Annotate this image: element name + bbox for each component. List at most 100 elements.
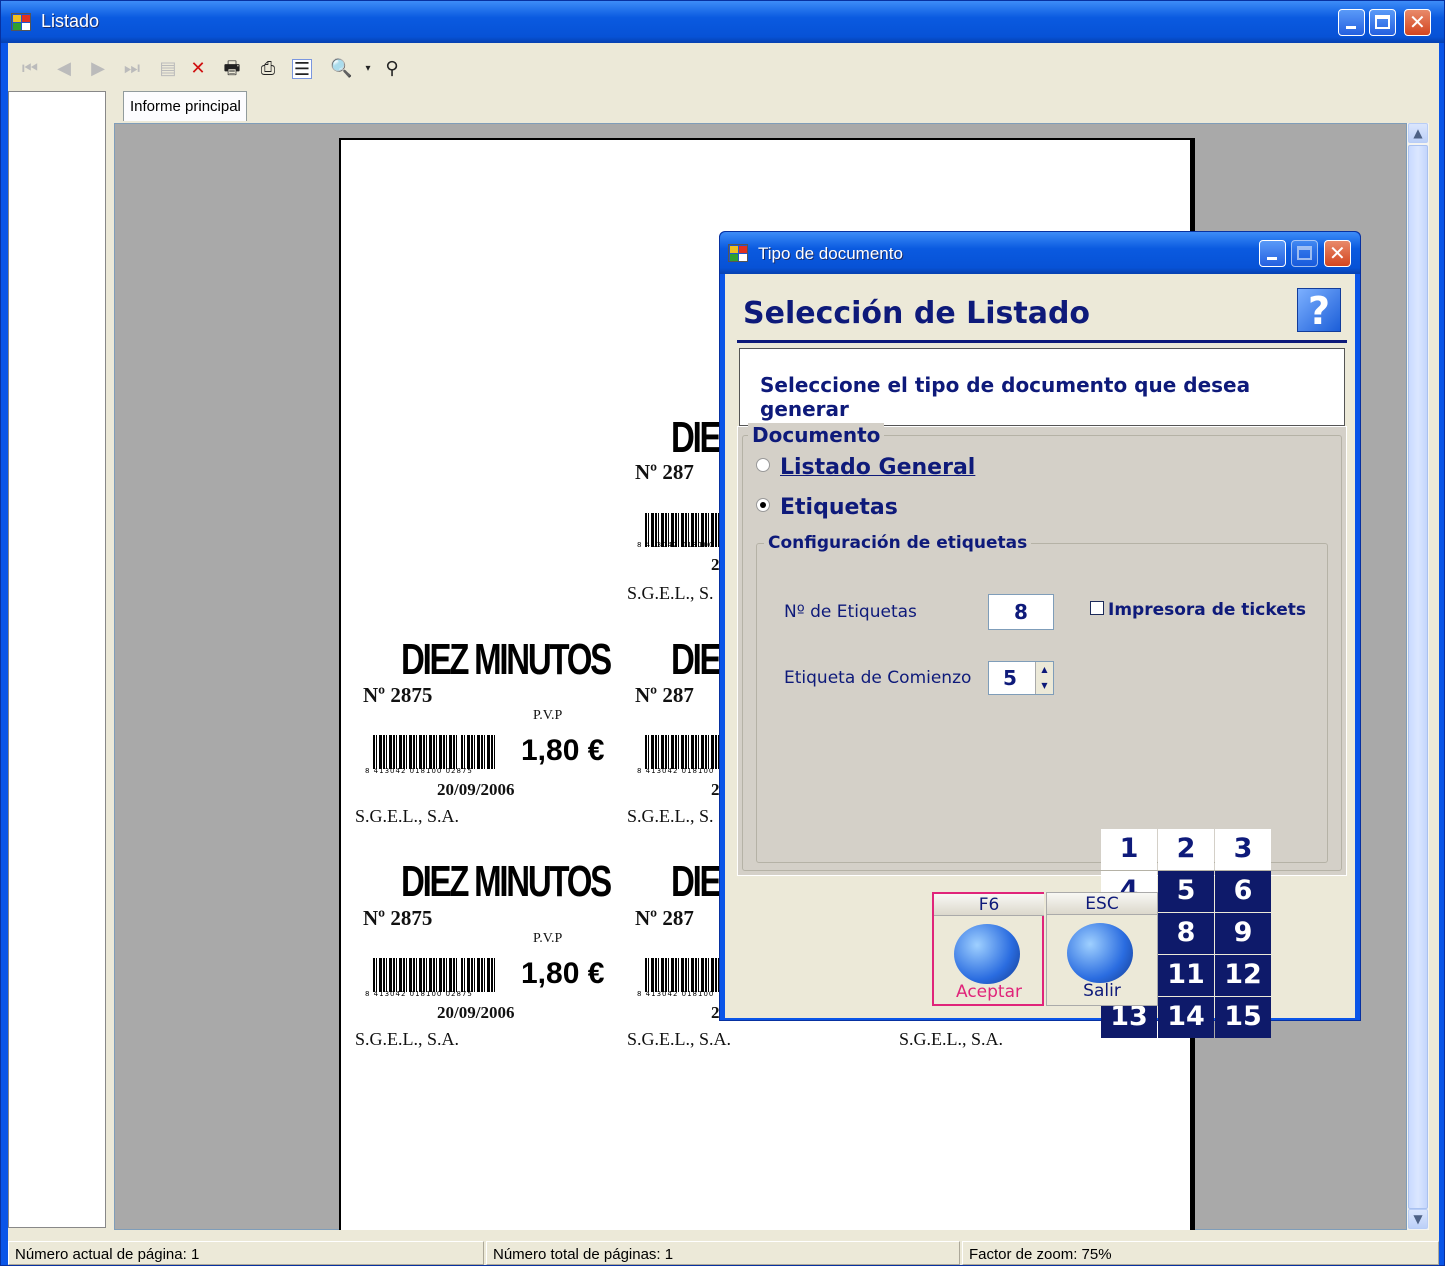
label-company: S.G.E.L., S. bbox=[627, 806, 714, 826]
barcode bbox=[373, 735, 459, 769]
barcode bbox=[373, 958, 459, 992]
maximize-icon bbox=[1375, 15, 1390, 29]
num-etiquetas-input[interactable]: 8 bbox=[988, 594, 1054, 630]
radio-listado-general-label: Listado General bbox=[780, 455, 976, 480]
tab-informe-principal[interactable]: Informe principal bbox=[123, 91, 247, 121]
header-divider bbox=[737, 340, 1347, 343]
grid-cell[interactable]: 9 bbox=[1215, 913, 1271, 954]
help-icon[interactable]: ? bbox=[1297, 288, 1341, 333]
export-icon[interactable]: ⎙ bbox=[258, 59, 278, 79]
impresora-tickets-checkbox[interactable]: Impresora de tickets bbox=[1090, 600, 1306, 620]
title-bar[interactable]: Listado ✕ bbox=[1, 1, 1444, 43]
label-number: Nº 287 bbox=[635, 683, 694, 707]
dialog-title: Tipo de documento bbox=[758, 244, 903, 263]
grid-cell[interactable]: 6 bbox=[1215, 871, 1271, 912]
dialog-app-icon bbox=[728, 244, 748, 262]
dialog-header: Selección de Listado ? bbox=[725, 274, 1355, 344]
label-number: Nº 287 bbox=[635, 460, 694, 484]
dialog-minimize-button[interactable] bbox=[1259, 240, 1286, 267]
close-icon: ✕ bbox=[1329, 241, 1346, 265]
documento-panel: Documento Listado General Etiquetas Conf… bbox=[737, 423, 1347, 1038]
grid-cell[interactable]: 1 bbox=[1101, 829, 1157, 870]
maximize-icon bbox=[1297, 246, 1312, 260]
label-pvp: P.V.P bbox=[533, 708, 563, 723]
status-bar: Número actual de página: 1 Número total … bbox=[8, 1241, 1439, 1265]
grid-cell[interactable]: 14 bbox=[1158, 997, 1214, 1038]
grid-cell[interactable]: 5 bbox=[1158, 871, 1214, 912]
label-company: S.G.E.L., S.A. bbox=[627, 1029, 732, 1049]
tipo-documento-dialog: Tipo de documento ✕ Selección de Listado… bbox=[719, 231, 1361, 1038]
close-icon: ✕ bbox=[1409, 10, 1426, 34]
goto-page-icon[interactable]: ▤ bbox=[158, 59, 178, 79]
label-price: 1,80 € bbox=[521, 734, 605, 767]
salir-label: Salir bbox=[1083, 981, 1121, 1001]
maximize-button[interactable] bbox=[1369, 9, 1396, 36]
label-date: 20/09/2006 bbox=[437, 780, 515, 799]
status-total-pages: Número total de páginas: 1 bbox=[486, 1241, 960, 1265]
stop-icon[interactable]: ✕ bbox=[188, 59, 208, 79]
etiqueta-comienzo-stepper[interactable]: 5 ▲ ▼ bbox=[988, 661, 1054, 695]
etiqueta-comienzo-value: 5 bbox=[1003, 666, 1017, 690]
radio-button-icon bbox=[756, 458, 770, 472]
grid-cell[interactable]: 2 bbox=[1158, 829, 1214, 870]
minimize-icon bbox=[1267, 257, 1277, 260]
first-page-icon[interactable]: ⏮ bbox=[20, 59, 40, 79]
minimize-button[interactable] bbox=[1338, 9, 1365, 36]
grid-cell[interactable]: 11 bbox=[1158, 955, 1214, 996]
documento-group-title: Documento bbox=[748, 423, 885, 447]
dialog-close-button[interactable]: ✕ bbox=[1324, 240, 1351, 267]
grid-cell[interactable]: 8 bbox=[1158, 913, 1214, 954]
aceptar-shortcut: F6 bbox=[934, 894, 1044, 916]
barcode-number: 8 413042 018100 02875 bbox=[365, 767, 473, 775]
grid-cell[interactable]: 12 bbox=[1215, 955, 1271, 996]
last-page-icon[interactable]: ⏭ bbox=[122, 59, 142, 79]
aceptar-button[interactable]: F6 Aceptar bbox=[932, 892, 1044, 1006]
label-number: Nº 2875 bbox=[363, 683, 433, 707]
toolbar: ⏮ ◀ ▶ ⏭ ▤ ✕ 🖶 ⎙ ☰ 🔍 ▾ ⚲ bbox=[8, 49, 1439, 87]
app-icon bbox=[11, 13, 31, 31]
barcode bbox=[461, 735, 497, 769]
scroll-up-button[interactable]: ▲ bbox=[1408, 123, 1428, 143]
barcode-number: 8 413042 018100 bbox=[637, 541, 715, 549]
label-number: Nº 2875 bbox=[363, 906, 433, 930]
label-company: S.G.E.L., S.A. bbox=[899, 1029, 1004, 1049]
prev-page-icon[interactable]: ◀ bbox=[54, 59, 74, 79]
label-price: 1,80 € bbox=[521, 957, 605, 990]
main-window: Listado ✕ ⏮ ◀ ▶ ⏭ ▤ ✕ 🖶 ⎙ ☰ 🔍 ▾ ⚲ Inform… bbox=[0, 0, 1445, 1266]
radio-listado-general[interactable]: Listado General bbox=[756, 455, 975, 480]
spin-up-icon[interactable]: ▲ bbox=[1035, 662, 1053, 678]
close-button[interactable]: ✕ bbox=[1404, 9, 1431, 36]
scroll-thumb[interactable] bbox=[1408, 145, 1428, 1209]
dialog-message: Seleccione el tipo de documento que dese… bbox=[739, 348, 1345, 426]
dialog-maximize-button bbox=[1291, 240, 1318, 267]
dialog-title-bar[interactable]: Tipo de documento ✕ bbox=[720, 232, 1360, 274]
grid-cell[interactable]: 3 bbox=[1215, 829, 1271, 870]
config-etiquetas-group bbox=[756, 543, 1328, 863]
minimize-icon bbox=[1346, 26, 1356, 29]
radio-etiquetas[interactable]: Etiquetas bbox=[756, 495, 898, 520]
vertical-scrollbar[interactable]: ▲ ▼ bbox=[1407, 123, 1429, 1230]
group-tree-icon[interactable]: ☰ bbox=[292, 59, 312, 80]
barcode bbox=[645, 735, 721, 769]
status-current-page: Número actual de página: 1 bbox=[8, 1241, 484, 1265]
scroll-down-button[interactable]: ▼ bbox=[1408, 1209, 1428, 1229]
radio-selected-icon bbox=[756, 498, 770, 512]
window-title: Listado bbox=[41, 11, 100, 31]
group-tree-pane[interactable] bbox=[8, 91, 106, 1228]
config-group-title: Configuración de etiquetas bbox=[764, 533, 1032, 553]
barcode bbox=[645, 958, 721, 992]
next-page-icon[interactable]: ▶ bbox=[88, 59, 108, 79]
barcode-number: 8 413042 018100 bbox=[637, 767, 715, 775]
barcode bbox=[461, 958, 497, 992]
grid-cell[interactable]: 15 bbox=[1215, 997, 1271, 1038]
zoom-icon[interactable]: 🔍 bbox=[330, 59, 352, 79]
barcode-number: 8 413042 018100 bbox=[637, 990, 715, 998]
dialog-client: Selección de Listado ? Seleccione el tip… bbox=[725, 274, 1355, 1038]
spin-down-icon[interactable]: ▼ bbox=[1035, 678, 1053, 694]
salir-button[interactable]: ESC Salir bbox=[1046, 892, 1158, 1006]
label-company: S.G.E.L., S. bbox=[627, 583, 714, 603]
dropdown-icon[interactable]: ▾ bbox=[358, 59, 378, 79]
thumbs-up-icon bbox=[954, 924, 1020, 984]
search-icon[interactable]: ⚲ bbox=[382, 59, 402, 79]
print-icon[interactable]: 🖶 bbox=[222, 59, 242, 79]
